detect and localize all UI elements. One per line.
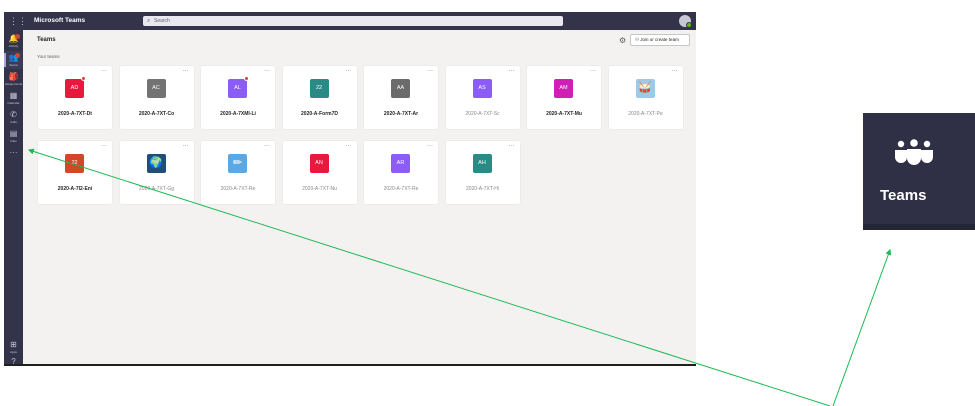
annotated-screenshot: ⋮⋮ Microsoft Teams ⌕ Search 🔔 Activity 👥 Te… (0, 0, 975, 406)
arrow-to-teams-inset (832, 248, 892, 406)
arrow-to-more-apps (27, 148, 831, 406)
annotation-arrows (27, 148, 892, 406)
